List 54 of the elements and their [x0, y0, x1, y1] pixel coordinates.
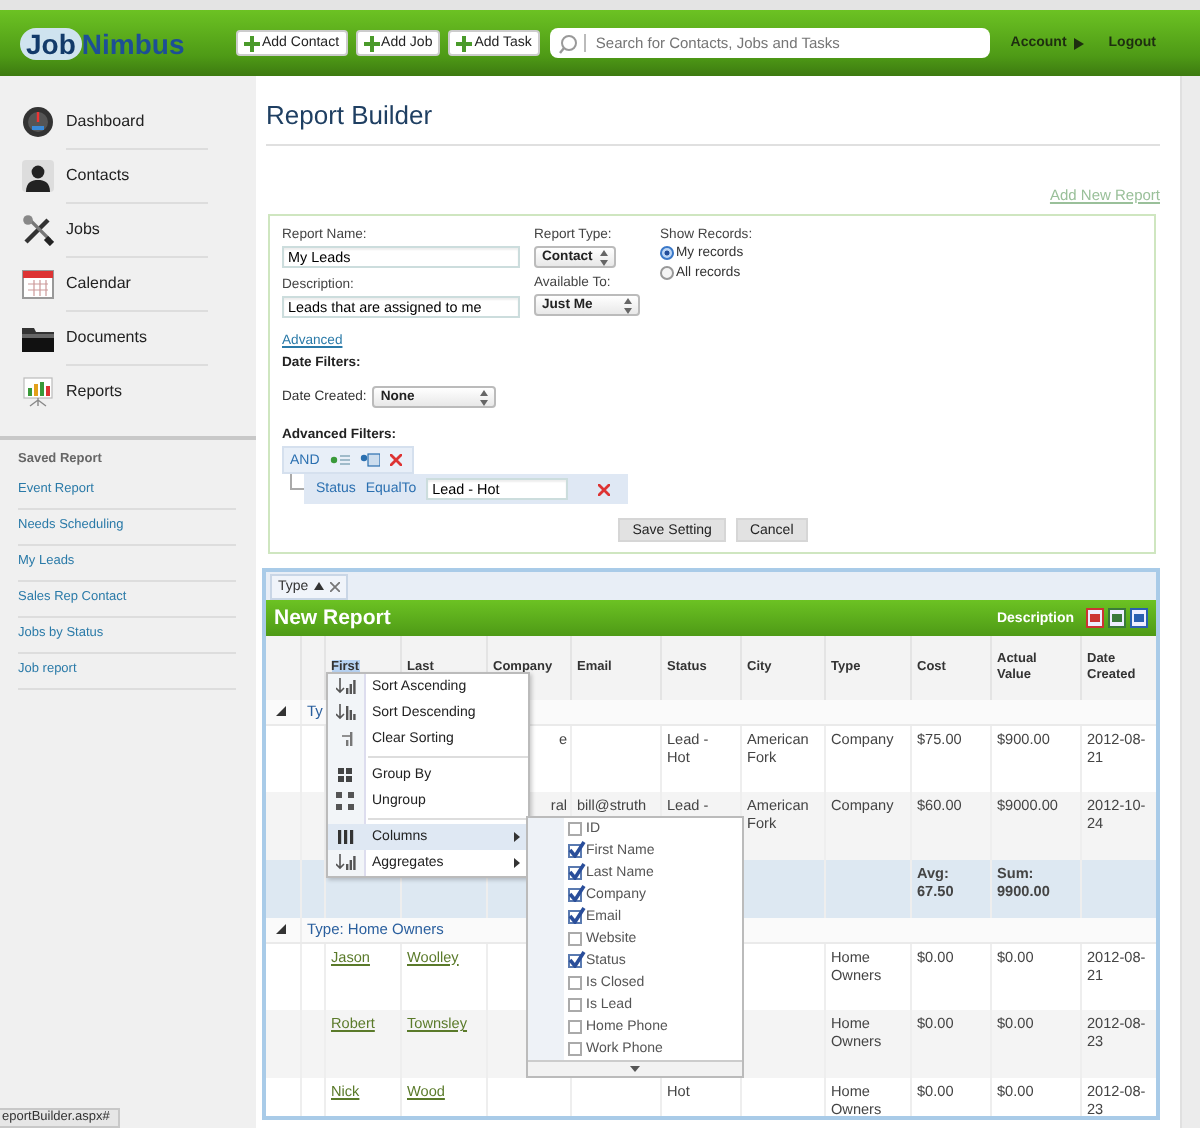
checkbox[interactable]: [568, 998, 582, 1012]
scroll-down-icon[interactable]: [630, 1066, 640, 1072]
scrollbar[interactable]: [1180, 76, 1200, 1128]
checkbox[interactable]: [568, 1042, 582, 1056]
nav-link[interactable]: Contacts: [66, 147, 208, 203]
radio-button[interactable]: [660, 246, 674, 260]
triangle-icon[interactable]: [276, 706, 286, 716]
close-icon[interactable]: [330, 581, 341, 591]
checkbox[interactable]: [568, 822, 582, 836]
add-row-icon[interactable]: [329, 454, 350, 466]
checkbox[interactable]: [568, 976, 582, 990]
sort-up-icon[interactable]: [314, 582, 325, 590]
bar-chart-icon: [22, 375, 54, 407]
nav-link[interactable]: Reports: [66, 364, 208, 418]
grid-icon: [336, 766, 356, 784]
checkbox[interactable]: [568, 932, 582, 946]
aggregates-icon: [336, 854, 356, 872]
clear-sorting-icon: [336, 730, 356, 748]
document-icon[interactable]: [1108, 608, 1126, 628]
columns-icon: [336, 828, 356, 846]
updown-icon: [600, 249, 608, 265]
ungroup-icon: [336, 792, 356, 810]
add-table-icon[interactable]: [359, 452, 380, 468]
sort-descending-icon: [336, 704, 356, 722]
updown-icon: [480, 389, 489, 405]
updown-icon: [624, 297, 632, 313]
checkbox[interactable]: [568, 888, 582, 902]
delete-icon[interactable]: [598, 483, 611, 495]
logo[interactable]: Job Nimbus: [20, 27, 236, 59]
checkbox[interactable]: [568, 1020, 582, 1034]
delete-icon[interactable]: [389, 454, 402, 466]
plus-icon: [363, 35, 380, 51]
nav-link[interactable]: Jobs: [66, 201, 208, 257]
check-mark: [568, 950, 586, 968]
checkbox[interactable]: [568, 910, 582, 924]
tools-icon: [22, 213, 54, 245]
checkbox[interactable]: [568, 844, 582, 858]
triangle-icon[interactable]: [276, 924, 286, 934]
grid-title: New Report: [274, 606, 391, 630]
nav-link[interactable]: Calendar: [66, 255, 208, 311]
checkbox[interactable]: [568, 954, 582, 968]
sort-ascending-icon: [336, 678, 356, 696]
plus-icon: [244, 35, 260, 51]
nav-link[interactable]: Documents: [66, 309, 208, 365]
calendar-icon: [22, 267, 54, 299]
plus-icon: [456, 35, 473, 51]
nav-link[interactable]: Dashboard: [66, 93, 208, 149]
person-icon: [22, 159, 54, 191]
search-icon: [557, 33, 578, 53]
gauge-icon: [22, 105, 54, 137]
radio-button[interactable]: [660, 266, 674, 280]
page-title: Report Builder: [266, 100, 1160, 146]
checkbox[interactable]: [568, 866, 582, 880]
caret-icon: [1074, 37, 1085, 49]
